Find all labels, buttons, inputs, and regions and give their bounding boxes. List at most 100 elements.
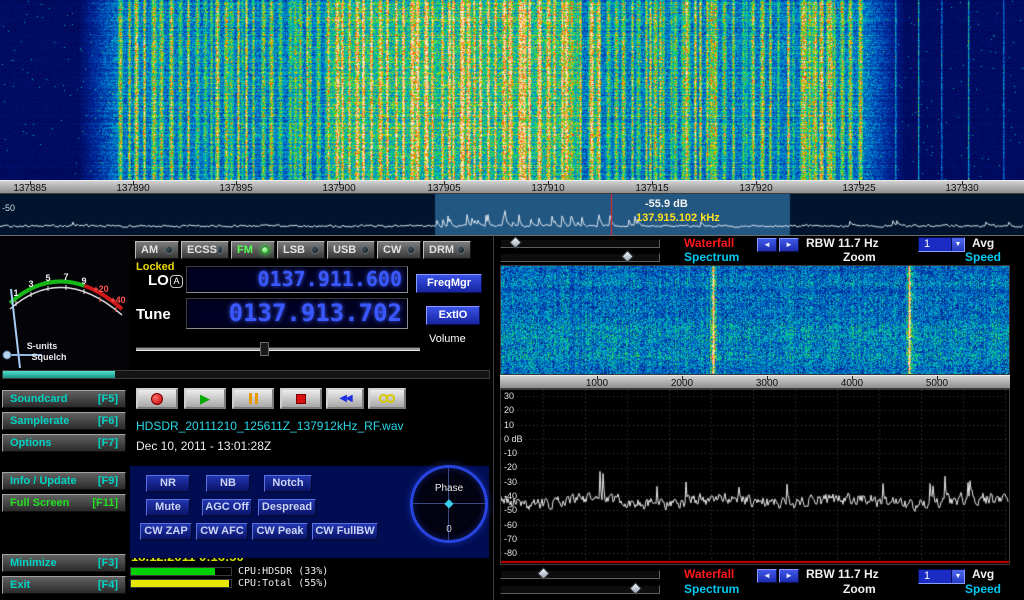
cw-fullbw-button[interactable]: CW FullBW <box>312 523 378 540</box>
soundcard-button[interactable]: Soundcard[F5] <box>2 390 126 408</box>
slider-thumb[interactable] <box>509 236 522 249</box>
exit-button[interactable]: Exit[F4] <box>2 576 126 594</box>
fullscreen-button[interactable]: Full Screen[F11] <box>2 494 126 512</box>
record-button[interactable] <box>136 388 178 409</box>
slider-thumb[interactable] <box>537 567 550 580</box>
minimize-button[interactable]: Minimize[F3] <box>2 554 126 572</box>
s-units-label: S-units <box>27 341 58 351</box>
notch-button[interactable]: Notch <box>264 475 312 492</box>
options-button[interactable]: Options[F7] <box>2 434 126 452</box>
db-axis-label: -40 <box>504 491 517 501</box>
frequency-ruler[interactable]: 137885 137890 137895 137900 137905 13791… <box>0 180 1024 194</box>
rewind-button[interactable]: ◀◀ <box>326 388 364 409</box>
play-button[interactable]: ▶ <box>184 388 226 409</box>
speed-label-bottom: Speed <box>965 582 1001 596</box>
slider-thumb[interactable] <box>621 250 634 263</box>
phase-label: Phase <box>435 483 463 494</box>
phase-marker-icon: ◆ <box>444 496 453 510</box>
nr-button[interactable]: NR <box>146 475 190 492</box>
mode-button-cw[interactable]: CW <box>377 241 421 259</box>
spectrum-zoom-slider-bottom[interactable] <box>500 585 660 594</box>
db-axis-label: -60 <box>504 520 517 530</box>
volume-groove[interactable] <box>136 347 420 351</box>
waterfall-contrast-slider[interactable] <box>500 239 660 248</box>
avg-dropdown-bottom[interactable]: 1 ▼ <box>918 569 965 584</box>
mode-button-am[interactable]: AM <box>135 241 179 259</box>
waterfall-mode-label[interactable]: Waterfall <box>684 236 734 250</box>
cpu-total-label: CPU:Total (55%) <box>238 578 328 589</box>
tune-frequency-display[interactable]: 0137.913.702 <box>186 298 408 329</box>
db-axis-label: -70 <box>504 534 517 544</box>
avg-label: Avg <box>972 236 994 250</box>
mode-button-lsb[interactable]: LSB <box>277 241 325 259</box>
mode-led-icon <box>311 246 319 254</box>
dropdown-arrow-icon[interactable]: ▼ <box>951 570 964 583</box>
stop-icon <box>296 394 306 404</box>
loop-icon <box>386 394 395 403</box>
zoom-right-arrow-button-bottom[interactable]: ► <box>779 569 799 583</box>
mode-led-icon <box>165 246 173 254</box>
lo-lock-a-badge[interactable]: A <box>170 275 183 288</box>
phase-dial[interactable]: Phase ◆ 0 <box>410 465 488 543</box>
zoom-left-arrow-button[interactable]: ◄ <box>757 238 777 252</box>
extio-button[interactable]: ExtIO <box>426 306 480 325</box>
audio-spectrum-display: 30 20 10 0 dB -10 -20 -30 -40 -50 -60 -7… <box>500 389 1010 565</box>
s-meter-tick-label: 1 <box>13 288 18 298</box>
spectrum-zoom-slider[interactable] <box>500 253 660 262</box>
main-spectrum-display[interactable]: -50 -55.9 dB 137.915.102 kHz <box>0 194 1024 235</box>
speed-label: Speed <box>965 250 1001 264</box>
cpu-hdsdr-bar <box>130 567 232 576</box>
waterfall-mode-label-bottom[interactable]: Waterfall <box>684 567 734 581</box>
stop-button[interactable] <box>280 388 322 409</box>
spectrum-mode-label[interactable]: Spectrum <box>684 250 739 264</box>
zoom-left-arrow-button-bottom[interactable]: ◄ <box>757 569 777 583</box>
mute-button[interactable]: Mute <box>146 499 190 516</box>
db-axis-label: 20 <box>504 405 514 415</box>
volume-thumb[interactable] <box>260 342 269 356</box>
avg-dropdown[interactable]: 1 ▼ <box>918 237 965 252</box>
cursor-frequency-readout: 137.915.102 kHz <box>636 212 720 224</box>
db-axis-label: 30 <box>504 391 514 401</box>
level-bar-fill <box>3 371 115 378</box>
s-meter-tick-label: +20 <box>93 284 108 294</box>
pause-button[interactable] <box>232 388 274 409</box>
db-axis-label: -20 <box>504 462 517 472</box>
mode-button-usb[interactable]: USB <box>327 241 375 259</box>
squelch-knob[interactable] <box>3 351 11 359</box>
volume-label: Volume <box>429 333 466 345</box>
main-waterfall-display[interactable] <box>0 0 1024 180</box>
despread-button[interactable]: Despread <box>258 499 316 516</box>
volume-slider[interactable] <box>136 342 420 356</box>
loop-button[interactable] <box>368 388 406 409</box>
level-bar-groove[interactable] <box>2 370 490 379</box>
wav-file-date: Dec 10, 2011 - 13:01:28Z <box>136 439 271 453</box>
dropdown-arrow-icon[interactable]: ▼ <box>951 238 964 251</box>
audio-waterfall-display <box>500 265 1010 375</box>
mode-led-icon <box>261 246 269 254</box>
pause-icon <box>255 393 258 404</box>
s-meter-tick-label: +40 <box>110 295 125 305</box>
mode-button-ecss[interactable]: ECSS <box>181 241 229 259</box>
cpu-hdsdr-label: CPU:HDSDR (33%) <box>238 566 328 577</box>
audio-frequency-ruler[interactable]: 1000 2000 3000 4000 5000 <box>500 375 1010 389</box>
db-axis-label: -30 <box>504 477 517 487</box>
info-update-button[interactable]: Info / Update[F9] <box>2 472 126 490</box>
zoom-right-arrow-button[interactable]: ► <box>779 238 799 252</box>
mode-led-icon <box>407 246 415 254</box>
record-icon <box>151 393 163 405</box>
slider-thumb[interactable] <box>629 582 642 595</box>
lo-frequency-display[interactable]: 0137.911.600 <box>186 266 408 293</box>
agc-off-button[interactable]: AGC Off <box>202 499 252 516</box>
samplerate-button[interactable]: Samplerate[F6] <box>2 412 126 430</box>
cw-peak-button[interactable]: CW Peak <box>252 523 308 540</box>
wav-filename: HDSDR_20111210_125611Z_137912kHz_RF.wav <box>136 419 404 433</box>
waterfall-contrast-slider-bottom[interactable] <box>500 570 660 579</box>
mode-button-fm[interactable]: FM <box>231 241 275 259</box>
freqmgr-button[interactable]: FreqMgr <box>416 274 482 293</box>
cw-afc-button[interactable]: CW AFC <box>196 523 248 540</box>
mode-button-drm[interactable]: DRM <box>423 241 471 259</box>
cw-zap-button[interactable]: CW ZAP <box>140 523 192 540</box>
nb-button[interactable]: NB <box>206 475 250 492</box>
spectrum-mode-label-bottom[interactable]: Spectrum <box>684 582 739 596</box>
play-icon: ▶ <box>200 391 210 407</box>
